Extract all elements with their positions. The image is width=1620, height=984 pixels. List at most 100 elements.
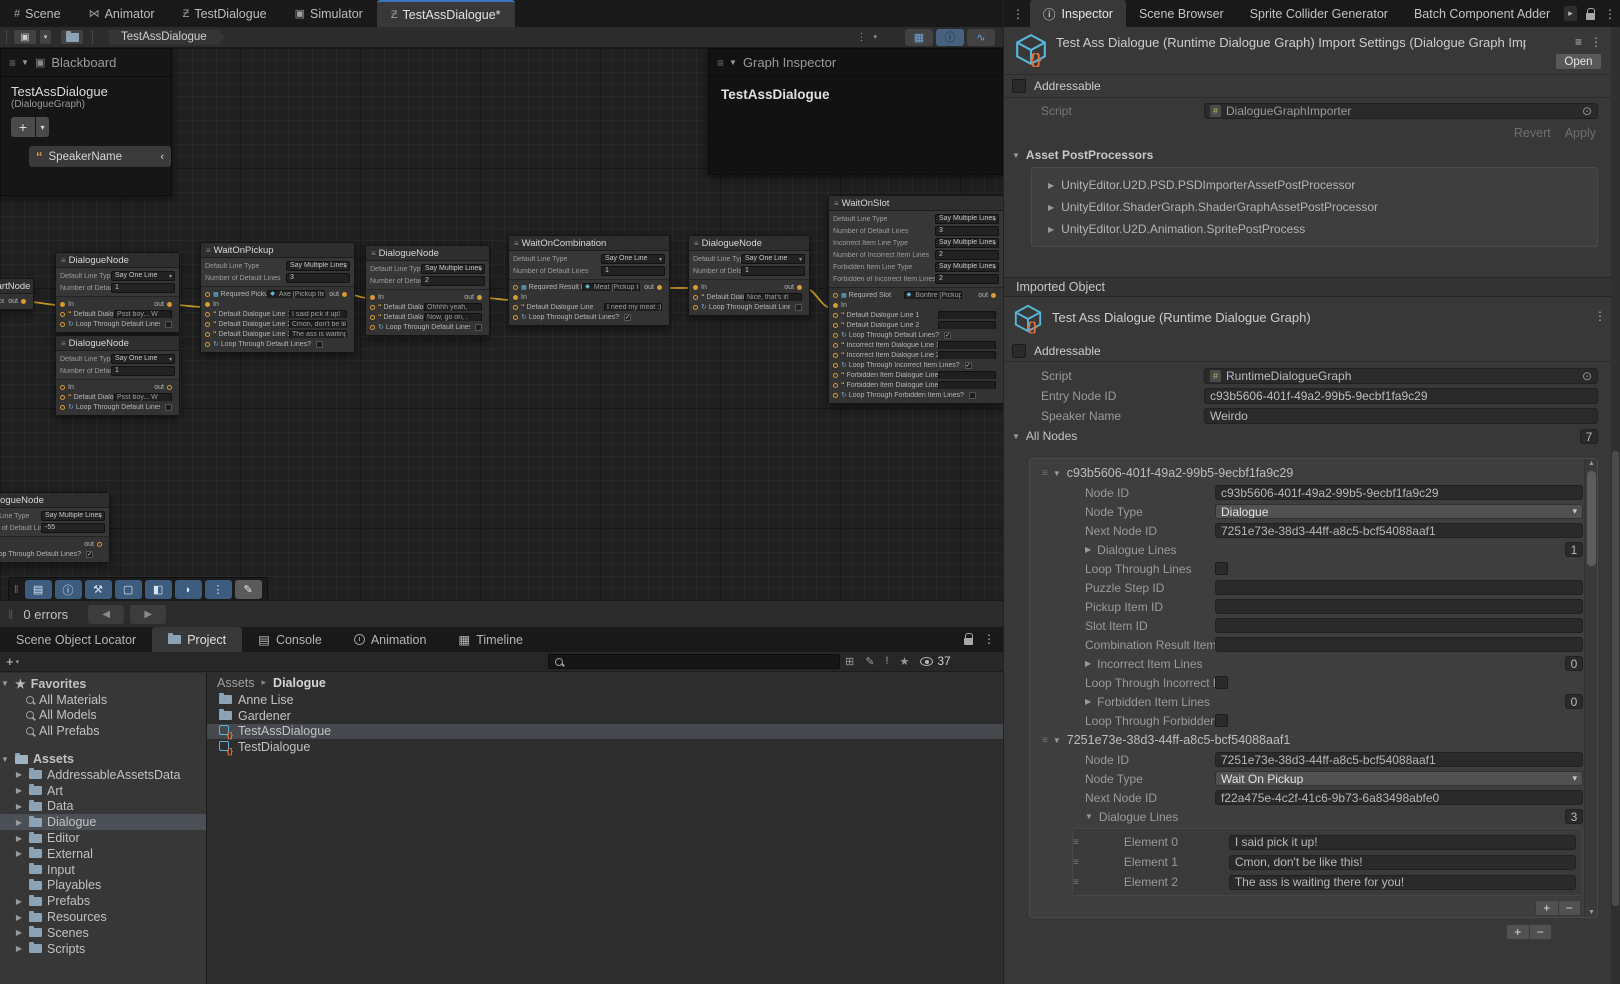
- foldout-arrow-icon[interactable]: ▶: [14, 944, 24, 953]
- lock-icon[interactable]: [964, 638, 973, 645]
- assets-root[interactable]: ▼Assets: [0, 751, 206, 767]
- out-port[interactable]: out: [640, 284, 662, 291]
- port-text-field[interactable]: Now, go on, .: [424, 313, 482, 321]
- kebab-menu-icon[interactable]: ⋮: [1012, 7, 1024, 21]
- node-port-loop-through-forbidden-item-lines[interactable]: ↻Loop Through Forbidden Item Lines?: [829, 391, 1003, 399]
- checkbox[interactable]: [1215, 714, 1228, 727]
- node-port-in[interactable]: Inout: [366, 293, 489, 301]
- tab-testassdialogue[interactable]: ƵTestAssDialogue*: [377, 0, 515, 27]
- toolbar-chevron-icon[interactable]: ▾: [871, 33, 879, 41]
- node-menu-icon[interactable]: ≡: [61, 256, 66, 265]
- field-number[interactable]: 3: [286, 273, 350, 283]
- node-port-default-dialogue-line[interactable]: “Default Dialogue LineI need my meat :): [509, 303, 669, 311]
- port-dot-icon[interactable]: [60, 312, 65, 317]
- foldout-arrow-icon[interactable]: ▶: [14, 834, 24, 843]
- drag-handle-icon[interactable]: ≡: [1073, 837, 1078, 848]
- postprocessor-item[interactable]: ▶UnityEditor.ShaderGraph.ShaderGraphAsse…: [1032, 196, 1597, 218]
- drag-handle-icon[interactable]: ‖: [8, 607, 13, 622]
- text-field[interactable]: 7251e73e-38d3-44ff-a8c5-bcf54088aaf1: [1215, 752, 1583, 767]
- port-text-field[interactable]: I said pick it up!: [289, 310, 347, 318]
- port-dot-icon[interactable]: [205, 322, 210, 327]
- node-port-in[interactable]: In: [829, 301, 1003, 309]
- port-dot-icon[interactable]: [370, 295, 375, 300]
- dropdown-field[interactable]: Wait On Pickup: [1215, 771, 1583, 786]
- tab-sprite-collider-generator[interactable]: Sprite Collider Generator: [1237, 0, 1401, 27]
- folder-item-editor[interactable]: ▶Editor: [0, 830, 206, 846]
- remove-element-button[interactable]: −: [1559, 901, 1581, 915]
- drag-handle-icon[interactable]: ≡: [1042, 468, 1047, 479]
- folder-item-input[interactable]: Input: [0, 862, 206, 878]
- list-icon[interactable]: ▤: [25, 580, 52, 599]
- kebab-menu-icon[interactable]: ⋮: [983, 632, 995, 646]
- element-field[interactable]: I said pick it up!: [1229, 835, 1576, 850]
- count-badge[interactable]: 1: [1565, 542, 1583, 557]
- foldout-forbidden-item-lines[interactable]: ▶Forbidden Item Lines: [1030, 695, 1565, 709]
- count-badge[interactable]: 3: [1565, 809, 1583, 824]
- port-checkbox[interactable]: [316, 341, 323, 348]
- field-number[interactable]: 1: [111, 283, 175, 293]
- port-dot-icon[interactable]: [205, 332, 210, 337]
- out-port[interactable]: out: [80, 541, 102, 548]
- field-number[interactable]: 2: [935, 250, 999, 260]
- port-text-field[interactable]: [938, 321, 996, 329]
- out-port[interactable]: out: [974, 292, 996, 299]
- tab-console[interactable]: ▤Console: [242, 627, 338, 652]
- open-button[interactable]: Open: [1555, 53, 1602, 70]
- checkbox[interactable]: [1215, 676, 1228, 689]
- port-checkbox[interactable]: ✓: [965, 362, 972, 369]
- favorite-item-all-models[interactable]: All Models: [0, 708, 206, 724]
- foldout-dialogue-lines[interactable]: ▶Dialogue Lines: [1030, 543, 1565, 557]
- text-field[interactable]: [1215, 637, 1583, 652]
- edit-icon[interactable]: ✎: [865, 655, 874, 668]
- favorite-item-all-prefabs[interactable]: All Prefabs: [0, 723, 206, 739]
- field-number[interactable]: 2: [421, 276, 485, 286]
- array-add-remove-buttons[interactable]: +−: [1535, 900, 1581, 916]
- field-number[interactable]: 1: [111, 366, 175, 376]
- node-port-in[interactable]: Inout: [56, 383, 179, 391]
- scrollbar-thumb[interactable]: [1612, 451, 1619, 906]
- text-field[interactable]: [1215, 580, 1583, 595]
- foldout-arrow-icon[interactable]: ▶: [14, 786, 24, 795]
- field-dropdown[interactable]: Say One Line: [741, 254, 805, 264]
- tab-animation[interactable]: Animation: [338, 627, 443, 652]
- favorites-header[interactable]: ▼★Favorites: [0, 676, 206, 692]
- inspector-toggle-icon[interactable]: ⓘ: [936, 29, 964, 46]
- add-element-button[interactable]: +: [1536, 901, 1559, 915]
- speaker-name-field[interactable]: Weirdo: [1204, 408, 1598, 424]
- port-text-field[interactable]: [938, 351, 996, 359]
- transition-icon[interactable]: ◗: [175, 580, 202, 599]
- node-port-forbidden-item-dialogue-line-1[interactable]: “Forbidden Item Dialogue Line 1: [829, 371, 1003, 379]
- tab-animator[interactable]: ⋈Animator: [75, 0, 169, 27]
- tab-inspector[interactable]: ⓘInspector: [1030, 0, 1126, 27]
- field-dropdown[interactable]: Say Multiple Lines: [41, 511, 105, 521]
- foldout-arrow-icon[interactable]: ▶: [14, 928, 24, 937]
- port-dot-icon[interactable]: [60, 302, 65, 307]
- node-port-forbidden-item-dialogue-line-2[interactable]: “Forbidden Item Dialogue Line 2: [829, 381, 1003, 389]
- tab-project[interactable]: Project: [152, 627, 242, 652]
- node-port-required-result-item[interactable]: ▦Required Result Item◆Meat [Pickup Item …: [509, 283, 669, 291]
- node-port-in[interactable]: In: [509, 293, 669, 301]
- object-field[interactable]: ◆Meat [Pickup Item Data]⊙: [582, 283, 640, 291]
- next-error-button[interactable]: ▶: [130, 605, 166, 624]
- breadcrumb-root[interactable]: Assets: [217, 676, 255, 690]
- script-field[interactable]: # DialogueGraphImporter ⊙: [1204, 103, 1598, 119]
- port-text-field[interactable]: Ohhhh yeah,: [424, 303, 482, 311]
- toolbar-drag-handle[interactable]: ‖: [14, 584, 19, 596]
- foldout-arrow-icon[interactable]: ▶: [14, 802, 24, 811]
- kebab-menu-icon[interactable]: ⋮: [1594, 309, 1606, 323]
- port-dot-icon[interactable]: [60, 405, 65, 410]
- out-port[interactable]: out: [460, 294, 482, 301]
- foldout-arrow-icon[interactable]: ▶: [1048, 203, 1054, 212]
- node-port-in[interactable]: Inout: [56, 300, 179, 308]
- all-nodes-count[interactable]: 7: [1580, 429, 1598, 444]
- text-field[interactable]: f22a475e-4c2f-41c6-9b73-6a83498abfe0: [1215, 790, 1583, 805]
- text-field[interactable]: 7251e73e-38d3-44ff-a8c5-bcf54088aaf1: [1215, 523, 1583, 538]
- port-text-field[interactable]: The ass is waiting there for: [289, 330, 347, 338]
- save-button[interactable]: ▣: [13, 29, 37, 45]
- scroll-up-icon[interactable]: ▲: [1585, 460, 1598, 467]
- port-dot-icon[interactable]: [342, 292, 347, 297]
- asset-postprocessors-foldout[interactable]: ▼ Asset PostProcessors: [1004, 145, 1612, 165]
- field-dropdown[interactable]: Say Multiple Lines: [935, 214, 999, 224]
- folder-item-playables[interactable]: Playables: [0, 878, 206, 894]
- folder-item-scenes[interactable]: ▶Scenes: [0, 925, 206, 941]
